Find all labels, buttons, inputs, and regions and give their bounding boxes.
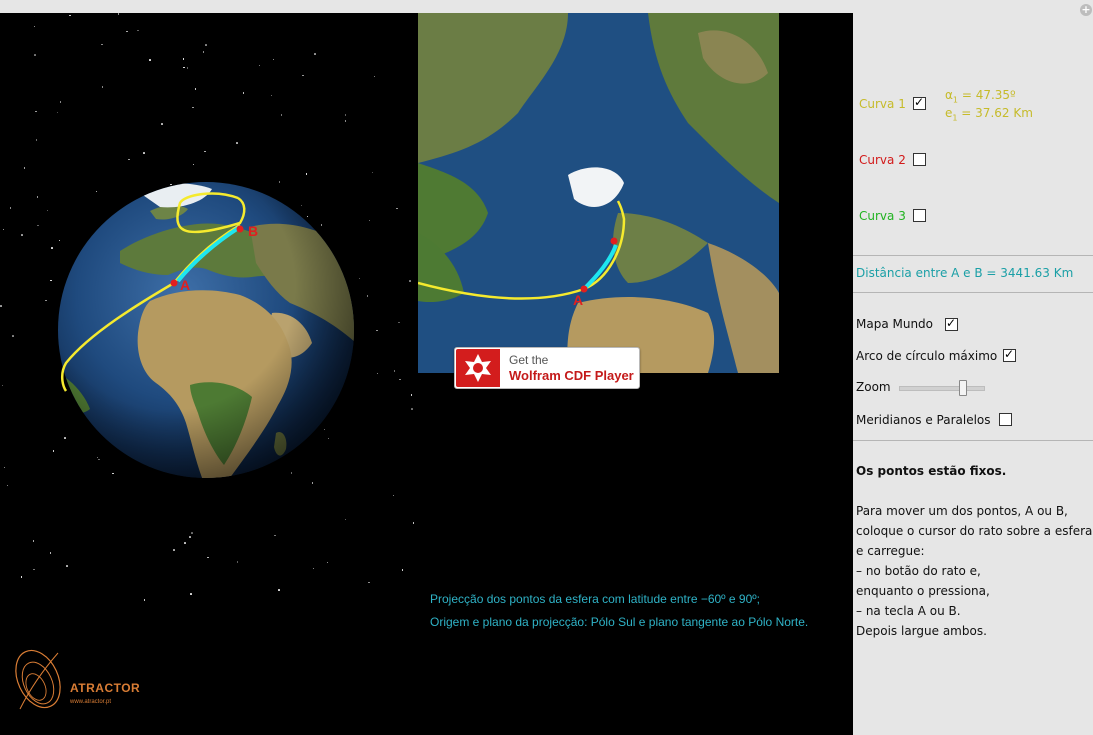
arco-label: Arco de círculo máximo <box>856 349 998 363</box>
curve-2-checkbox[interactable] <box>913 153 926 166</box>
curve-2-label: Curva 2 <box>859 153 906 167</box>
mapa-mundo-checkbox[interactable] <box>945 316 958 331</box>
point-a[interactable] <box>170 279 178 287</box>
projection-view: Projecção Estereográfica A Get <box>418 13 853 735</box>
info-line: enquanto o pressiona, <box>856 584 990 598</box>
plus-circle-icon[interactable]: + <box>1080 4 1092 16</box>
atractor-attractor-icon <box>15 649 61 710</box>
mapa-mundo-label: Mapa Mundo <box>856 317 934 331</box>
atractor-name: ATRACTOR <box>70 681 141 695</box>
projection-note-1: Projecção dos pontos da esfera com latit… <box>430 592 760 606</box>
curve-1-label: Curva 1 <box>859 97 906 111</box>
curve-3-label: Curva 3 <box>859 209 906 223</box>
info-line: Depois largue ambos. <box>856 624 987 638</box>
globe-svg[interactable]: A B <box>0 13 418 735</box>
globe-view[interactable]: A B ATRACTOR www.atractor.pt <box>0 13 418 735</box>
get-cdf-player-button[interactable]: Get the Wolfram CDF Player <box>454 347 640 389</box>
wolfram-spikey-icon <box>456 349 500 387</box>
info-line: coloque o cursor do rato sobre a esfera <box>856 524 1093 538</box>
atractor-url: www.atractor.pt <box>70 699 112 705</box>
cdf-player-label: Wolfram CDF Player <box>509 368 634 383</box>
projected-point-b <box>610 237 618 245</box>
zoom-slider-thumb[interactable] <box>959 380 967 396</box>
distance-readout: Distância entre A e B = 3441.63 Km <box>856 266 1074 280</box>
projected-point-a-label: A <box>573 292 583 308</box>
separator-3 <box>853 440 1093 441</box>
cdf-get-label: Get the <box>509 353 549 367</box>
zoom-slider-track[interactable] <box>899 386 985 391</box>
curve-1-e: e1 = 37.62 Km <box>945 106 1033 123</box>
point-a-label: A <box>180 277 190 293</box>
separator-2 <box>853 292 1093 293</box>
info-line: – na tecla A ou B. <box>856 604 961 618</box>
top-bar <box>0 0 853 14</box>
meridianos-checkbox[interactable] <box>999 413 1012 426</box>
meridianos-label: Meridianos e Paralelos <box>856 413 991 427</box>
info-title: Os pontos estão fixos. <box>856 464 1007 478</box>
point-b[interactable] <box>236 225 244 233</box>
separator-1 <box>853 255 1093 256</box>
info-line: – no botão do rato e, <box>856 564 981 578</box>
curve-3-checkbox[interactable] <box>913 209 926 222</box>
projection-map: A <box>418 13 779 373</box>
arco-checkbox[interactable] <box>1003 347 1016 362</box>
point-b-label: B <box>248 223 258 239</box>
curve-1-checkbox[interactable] <box>913 95 926 110</box>
info-line: Para mover um dos pontos, A ou B, <box>856 504 1068 518</box>
control-panel: + Curva 1 α1 = 47.35º e1 = 37.62 Km Curv… <box>853 0 1093 735</box>
curve-1-alpha: α1 = 47.35º <box>945 88 1016 105</box>
projection-note-2: Origem e plano da projecção: Pólo Sul e … <box>430 615 809 629</box>
atractor-logo[interactable]: ATRACTOR www.atractor.pt <box>8 639 148 719</box>
info-line: e carregue: <box>856 544 925 558</box>
zoom-label: Zoom <box>856 380 891 394</box>
